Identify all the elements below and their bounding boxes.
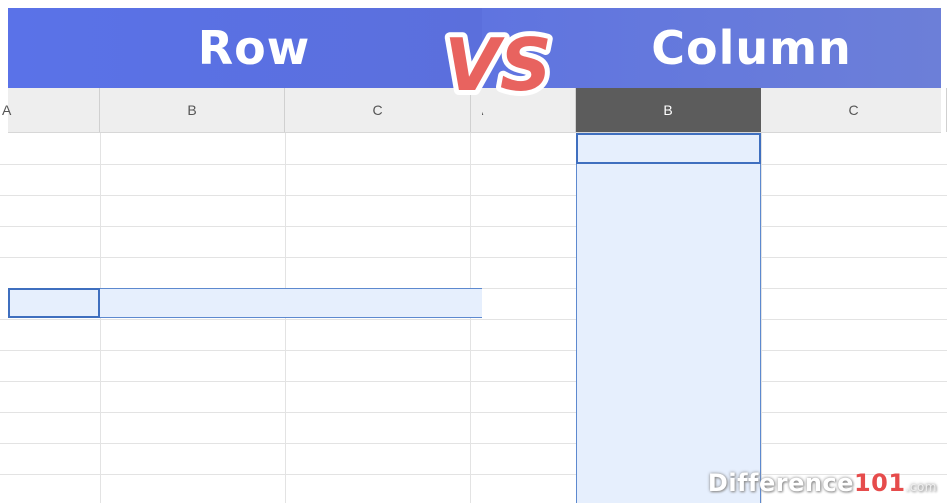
vs-badge: VS VS: [439, 18, 557, 108]
left-col-header-b[interactable]: B: [100, 88, 285, 132]
watermark-logo: Difference101.com: [708, 469, 937, 497]
watermark-name: Difference: [707, 469, 854, 497]
watermark-number: 101: [853, 469, 906, 497]
watermark-tld: .com: [905, 480, 937, 494]
active-cell[interactable]: [576, 133, 761, 164]
row-panel: Row A B C: [0, 0, 482, 503]
vs-text: VS: [444, 23, 552, 107]
row-title: Row: [197, 21, 311, 75]
right-col-header-b[interactable]: B: [576, 88, 761, 132]
left-column-header-row: A B C: [2, 88, 482, 133]
left-col-header-a[interactable]: A: [0, 88, 100, 132]
selected-column[interactable]: [576, 133, 761, 503]
row-banner: Row: [8, 8, 482, 88]
left-cell-grid[interactable]: [0, 133, 482, 503]
active-cell[interactable]: [8, 288, 100, 318]
right-col-header-c[interactable]: C: [761, 88, 947, 132]
column-title: Column: [651, 21, 852, 75]
